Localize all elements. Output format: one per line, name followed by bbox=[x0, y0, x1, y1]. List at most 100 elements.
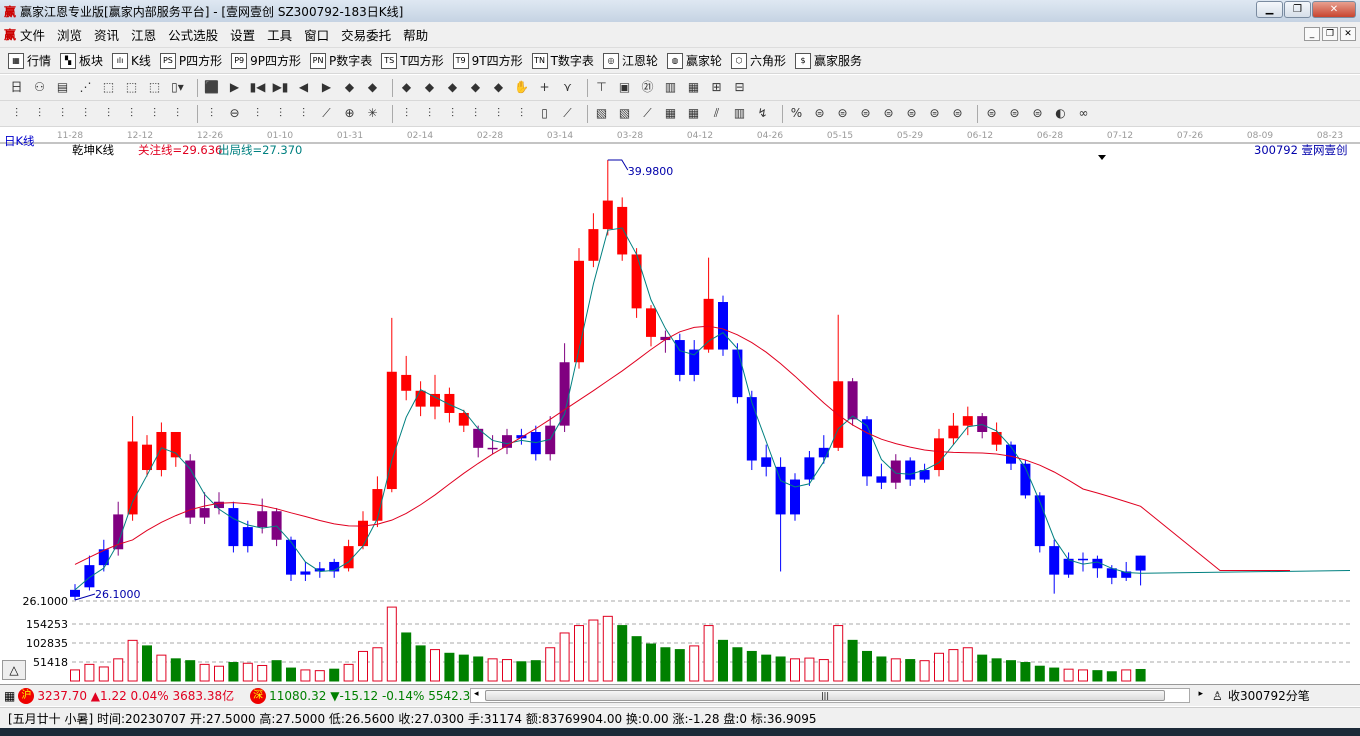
kline-chart[interactable]: 11-28 12-12 12-26 01-10 01-31 02-14 02-28 03-14… bbox=[0, 127, 1360, 684]
tool-icon[interactable]: ▮◀ bbox=[249, 79, 266, 96]
toolbar-button-11[interactable]: ⬡ 六角形 bbox=[730, 52, 786, 69]
tool-icon[interactable]: ⟋ bbox=[318, 105, 335, 122]
app-menu-logo[interactable]: 赢 bbox=[4, 26, 16, 43]
tool-icon[interactable]: ◆ bbox=[467, 79, 484, 96]
tool-icon[interactable]: ⫶ bbox=[421, 105, 438, 122]
tool-icon[interactable]: ⫶ bbox=[100, 105, 117, 122]
menu-item-4[interactable]: 公式选股 bbox=[168, 28, 218, 43]
tool-icon[interactable]: ▯ bbox=[536, 105, 553, 122]
tool-icon[interactable]: ◆ bbox=[341, 79, 358, 96]
mdi-close-button[interactable]: ✕ bbox=[1340, 27, 1356, 41]
tool-icon[interactable]: ⊕ bbox=[341, 105, 358, 122]
tool-icon[interactable]: ⫶ bbox=[490, 105, 507, 122]
collapse-up-button[interactable]: △ bbox=[2, 660, 26, 680]
tool-icon[interactable]: ⊜ bbox=[949, 105, 966, 122]
tool-icon[interactable]: ⊜ bbox=[880, 105, 897, 122]
toolbar-button-6[interactable]: TS T四方形 bbox=[381, 52, 444, 69]
menu-item-8[interactable]: 交易委托 bbox=[341, 28, 391, 43]
tool-icon[interactable]: ⋰ bbox=[77, 79, 94, 96]
quote-table-icon[interactable]: ▦ bbox=[4, 689, 15, 703]
toolbar-button-10[interactable]: ◍ 赢家轮 bbox=[666, 52, 722, 69]
toolbar-button-5[interactable]: PN P数字表 bbox=[310, 52, 372, 69]
scrollbar-thumb[interactable]: ||| bbox=[485, 690, 1165, 701]
tool-icon[interactable]: ⫶ bbox=[123, 105, 140, 122]
tool-icon[interactable]: ◆ bbox=[444, 79, 461, 96]
tool-icon[interactable]: ⬚ bbox=[100, 79, 117, 96]
tool-icon[interactable]: ▥ bbox=[662, 79, 679, 96]
menu-item-1[interactable]: 浏览 bbox=[57, 28, 82, 43]
menu-item-7[interactable]: 窗口 bbox=[304, 28, 329, 43]
mdi-restore-button[interactable]: ❐ bbox=[1322, 27, 1338, 41]
tool-icon[interactable]: ▧ bbox=[593, 105, 610, 122]
tool-icon[interactable]: 日▾ bbox=[8, 79, 25, 111]
tool-icon[interactable]: ⚇ bbox=[31, 79, 48, 96]
toolbar-button-12[interactable]: $ 赢家服务 bbox=[794, 52, 862, 69]
tool-icon[interactable]: ⊜ bbox=[983, 105, 1000, 122]
tool-icon[interactable]: ✳ bbox=[364, 105, 381, 122]
tool-icon[interactable]: ▦ bbox=[662, 105, 679, 122]
tool-icon[interactable]: ⫶ bbox=[77, 105, 94, 122]
mdi-minimize-button[interactable]: _ bbox=[1304, 27, 1320, 41]
tool-icon[interactable]: ▤ bbox=[54, 79, 71, 96]
tool-icon[interactable]: ⬚ bbox=[123, 79, 140, 96]
tool-icon[interactable]: ⫶ bbox=[398, 105, 415, 122]
tool-icon[interactable]: ⫶ bbox=[513, 105, 530, 122]
tool-icon[interactable]: ◆ bbox=[490, 79, 507, 96]
tool-icon[interactable]: ◀ bbox=[295, 79, 312, 96]
tool-icon[interactable]: ◆ bbox=[398, 79, 415, 96]
tool-icon[interactable]: ∞ bbox=[1075, 105, 1092, 122]
tool-icon[interactable]: ⊤ bbox=[593, 79, 610, 96]
tool-icon[interactable]: ⊜ bbox=[834, 105, 851, 122]
toolbar-button-1[interactable]: ▚ 板块 bbox=[60, 52, 103, 69]
tool-icon[interactable]: ⫶ bbox=[249, 105, 266, 122]
tool-icon[interactable]: ↯ bbox=[754, 105, 771, 122]
tool-icon[interactable]: ⬛ bbox=[203, 79, 220, 96]
tool-icon[interactable]: ⊜ bbox=[903, 105, 920, 122]
tool-icon[interactable]: ▣ bbox=[616, 79, 633, 96]
tool-icon[interactable]: % bbox=[788, 105, 805, 122]
tool-icon[interactable]: ⊟ bbox=[731, 79, 748, 96]
menu-item-2[interactable]: 资讯 bbox=[94, 28, 119, 43]
maximize-button[interactable]: ❐ bbox=[1284, 1, 1311, 18]
toolbar-button-7[interactable]: T9 9T四方形 bbox=[452, 52, 523, 69]
toolbar-button-9[interactable]: ◎ 江恩轮 bbox=[602, 52, 658, 69]
tool-icon[interactable]: ⫽ bbox=[708, 105, 725, 122]
tool-icon[interactable]: ⫶ bbox=[444, 105, 461, 122]
tool-icon[interactable]: ▦ bbox=[685, 105, 702, 122]
tool-icon[interactable]: ▶ bbox=[226, 79, 243, 96]
tool-icon[interactable]: ⊜ bbox=[1006, 105, 1023, 122]
tool-icon[interactable]: ⫶ bbox=[54, 105, 71, 122]
menu-item-3[interactable]: 江恩 bbox=[131, 28, 156, 43]
tool-icon[interactable]: + bbox=[536, 79, 553, 96]
tool-icon[interactable]: ▶ bbox=[318, 79, 335, 96]
tool-icon[interactable]: ⟋ bbox=[559, 105, 576, 122]
tool-icon[interactable]: ▦ bbox=[685, 79, 702, 96]
tool-icon[interactable]: ⊜ bbox=[1029, 105, 1046, 122]
menu-item-5[interactable]: 设置 bbox=[230, 28, 255, 43]
tool-icon[interactable]: ⊜ bbox=[811, 105, 828, 122]
tool-icon[interactable]: ▥ bbox=[731, 105, 748, 122]
toolbar-button-8[interactable]: TN T数字表 bbox=[531, 52, 594, 69]
menu-item-6[interactable]: 工具 bbox=[267, 28, 292, 43]
toolbar-button-3[interactable]: PS P四方形 bbox=[159, 52, 222, 69]
tool-icon[interactable]: ⫶ bbox=[272, 105, 289, 122]
tool-icon[interactable]: ⫶ bbox=[203, 105, 220, 122]
tool-icon[interactable]: ⫶ bbox=[146, 105, 163, 122]
tool-icon[interactable]: ⫶ bbox=[169, 105, 186, 122]
menu-item-9[interactable]: 帮助 bbox=[403, 28, 428, 43]
tool-icon[interactable]: ⫶ bbox=[8, 105, 25, 122]
horizontal-scrollbar[interactable]: ◂ ||| ▸ bbox=[470, 688, 1203, 703]
toolbar-button-2[interactable]: ılı K线 bbox=[112, 52, 151, 69]
tool-icon[interactable]: ⫶ bbox=[31, 105, 48, 122]
tool-icon[interactable]: ▶▮ bbox=[272, 79, 289, 96]
tool-icon[interactable]: ◆ bbox=[364, 79, 381, 96]
close-button[interactable]: ✕ bbox=[1312, 1, 1356, 18]
tool-icon[interactable]: ⋎ bbox=[559, 79, 576, 96]
toolbar-button-0[interactable]: ▦ 行情 bbox=[8, 52, 51, 69]
tool-icon[interactable]: ◐ bbox=[1052, 105, 1069, 122]
tool-icon[interactable]: ▯▾ bbox=[169, 79, 186, 96]
tool-icon[interactable]: ⊖ bbox=[226, 105, 243, 122]
tool-icon[interactable]: ⬚ bbox=[146, 79, 163, 96]
tool-icon[interactable]: ◆ bbox=[421, 79, 438, 96]
tool-icon[interactable]: ⊜ bbox=[857, 105, 874, 122]
